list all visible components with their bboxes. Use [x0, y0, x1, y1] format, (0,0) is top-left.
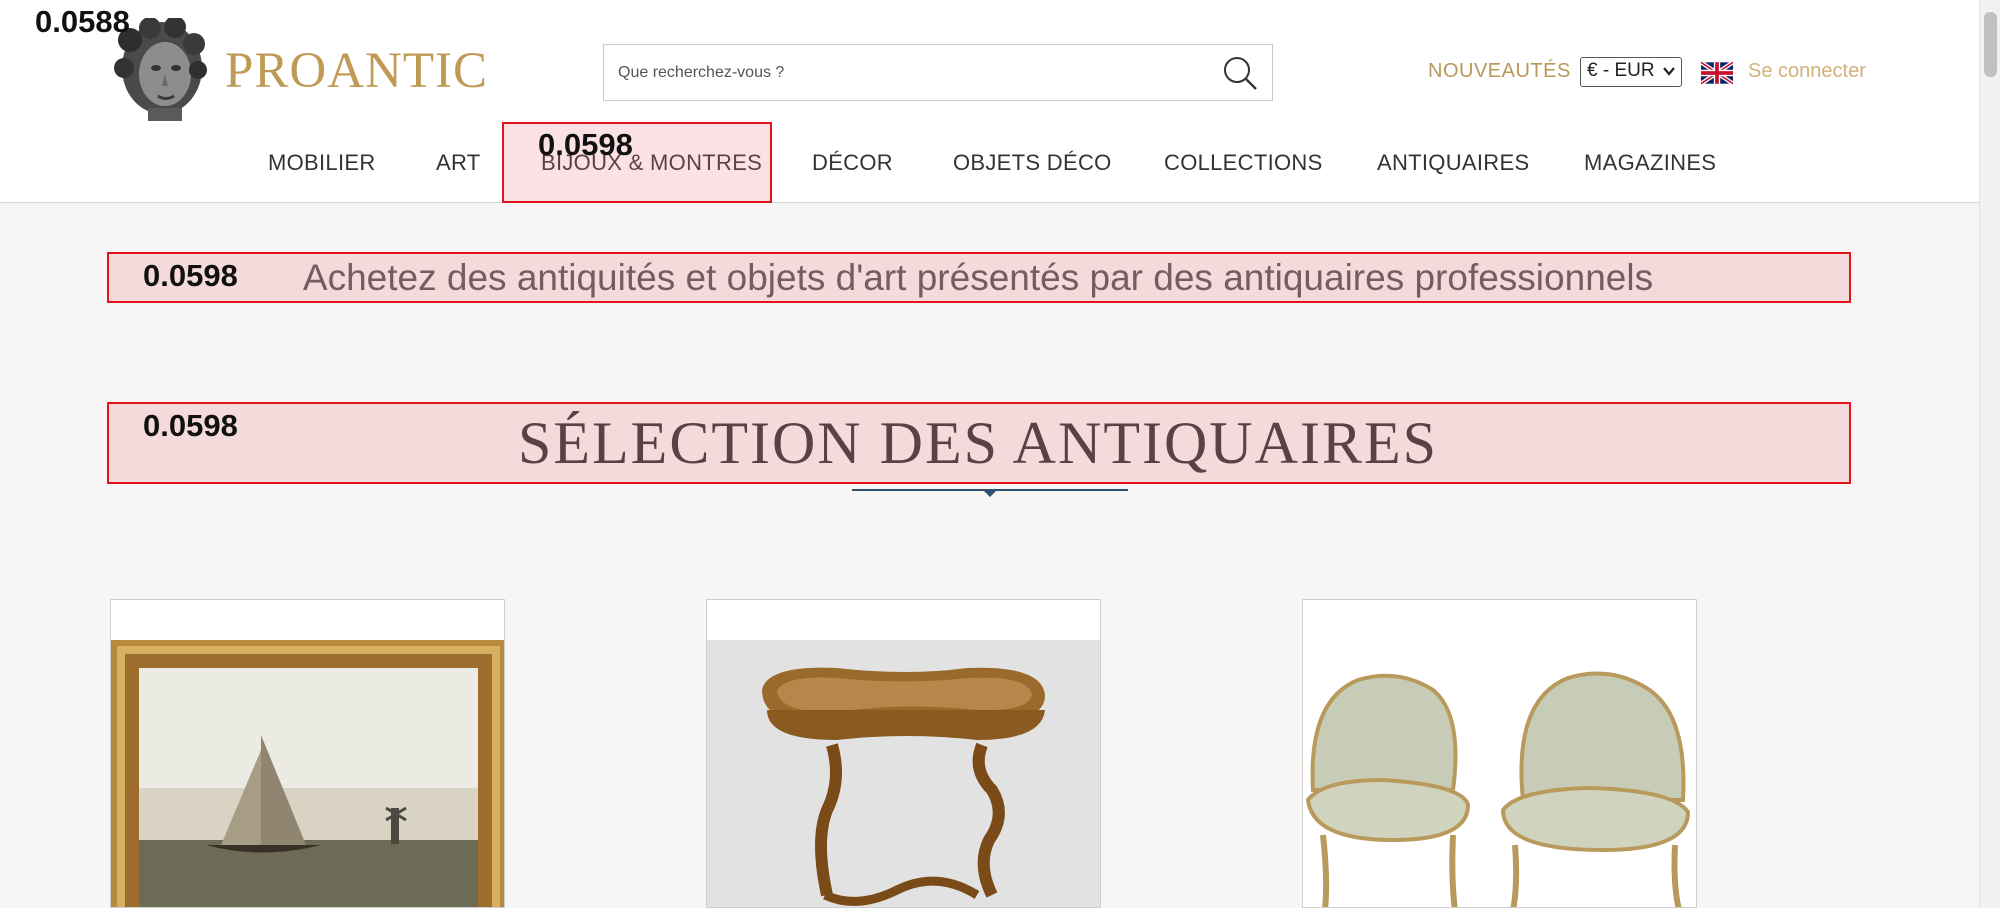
score-label-logo: 0.0588 [35, 4, 130, 39]
product-card-table[interactable] [706, 599, 1101, 908]
nav-item-art[interactable]: ART [436, 150, 481, 176]
nav-item-mobilier[interactable]: MOBILIER [268, 150, 376, 176]
highlight-box-tagline [107, 252, 1851, 303]
nav-item-collections[interactable]: COLLECTIONS [1164, 150, 1323, 176]
page-scrollbar[interactable] [1979, 0, 2000, 908]
currency-select[interactable]: € - EUR [1580, 57, 1682, 87]
score-label-section-title: 0.0598 [143, 408, 238, 443]
new-arrivals-link[interactable]: NOUVEAUTÉS [1428, 60, 1571, 83]
login-link[interactable]: Se connecter [1748, 60, 1866, 83]
uk-flag-icon[interactable] [1701, 61, 1733, 85]
score-label-nav: 0.0598 [538, 127, 633, 162]
highlight-box-section-title [107, 402, 1851, 484]
logo-text[interactable]: PROANTIC [225, 42, 488, 100]
nav-item-objets-deco[interactable]: OBJETS DÉCO [953, 150, 1112, 176]
search-input[interactable] [616, 57, 1200, 89]
product-card-chairs[interactable] [1302, 599, 1697, 908]
score-label-tagline: 0.0598 [143, 258, 238, 293]
painting-image [111, 640, 504, 907]
site-header: PROANTIC NOUVEAUTÉS € - EUR Se connecter… [0, 0, 1979, 203]
product-card-painting[interactable] [110, 599, 505, 908]
nav-item-decor[interactable]: DÉCOR [812, 150, 893, 176]
currency-value: € - EUR [1587, 60, 1655, 81]
chevron-down-icon [1663, 67, 1675, 76]
divider-arrow [983, 490, 997, 497]
search-icon [1224, 57, 1257, 90]
search-bar [603, 44, 1273, 101]
table-image [707, 640, 1100, 907]
scrollbar-thumb[interactable] [1984, 12, 1997, 77]
nav-item-antiquaires[interactable]: ANTIQUAIRES [1377, 150, 1529, 176]
search-button[interactable] [1220, 54, 1260, 92]
chairs-image [1303, 640, 1696, 907]
nav-item-magazines[interactable]: MAGAZINES [1584, 150, 1716, 176]
